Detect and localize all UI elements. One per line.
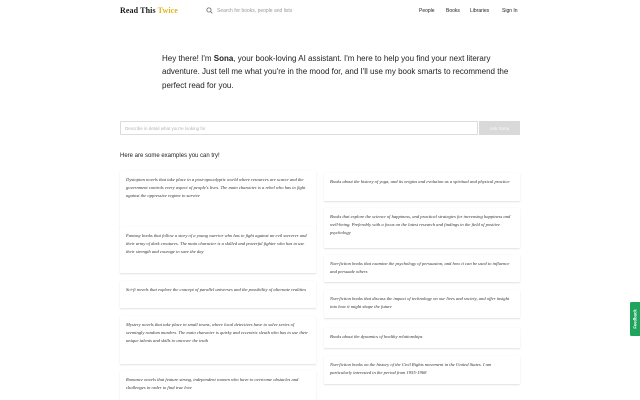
- nav-libraries-link[interactable]: Libraries: [470, 8, 489, 14]
- feedback-label: Feedback: [632, 309, 638, 329]
- nav-sign-in-link[interactable]: Sign In: [502, 8, 518, 14]
- example-card[interactable]: Non-fiction books that examine the psych…: [324, 255, 520, 282]
- example-card[interactable]: Sci-fi novels that explore the concept o…: [120, 281, 316, 308]
- assistant-name: Sona: [213, 54, 234, 63]
- logo-accent-text: Twice: [157, 6, 178, 15]
- example-card[interactable]: Non-fiction books that discuss the impac…: [324, 290, 520, 318]
- search-input[interactable]: [217, 7, 357, 14]
- ask-query-input[interactable]: [120, 121, 478, 135]
- assistant-intro: Hey there! I'm Sona, your book-loving AI…: [162, 52, 522, 92]
- nav-people-link[interactable]: People: [419, 8, 435, 14]
- nav-books-link[interactable]: Books: [446, 8, 460, 14]
- intro-prefix: Hey there! I'm: [162, 54, 214, 63]
- search-icon: [206, 7, 213, 14]
- logo-main-text: Read This: [120, 6, 158, 15]
- example-card[interactable]: Books about the history of yoga, and its…: [324, 173, 520, 201]
- feedback-tab[interactable]: Feedback: [630, 302, 640, 336]
- site-logo[interactable]: Read This Twice: [120, 6, 178, 15]
- ask-sona-button[interactable]: Ask Sona: [479, 121, 520, 135]
- example-card[interactable]: Books that explore the science of happin…: [324, 208, 520, 248]
- example-card[interactable]: Romance novels that feature strong, inde…: [120, 371, 316, 400]
- example-card[interactable]: Non-fiction books on the history of the …: [324, 356, 520, 384]
- example-card[interactable]: Books about the dynamics of healthy rela…: [324, 328, 520, 348]
- examples-heading: Here are some examples you can try!: [120, 153, 220, 159]
- example-card[interactable]: Dystopian novels that take place in a po…: [120, 171, 316, 229]
- example-card[interactable]: Fantasy books that follow a story of a y…: [120, 227, 316, 273]
- top-nav-bar: Read This Twice People Books Libraries S…: [0, 0, 640, 24]
- search-bar: [206, 7, 357, 14]
- example-card[interactable]: Mystery novels that take place in small …: [120, 316, 316, 364]
